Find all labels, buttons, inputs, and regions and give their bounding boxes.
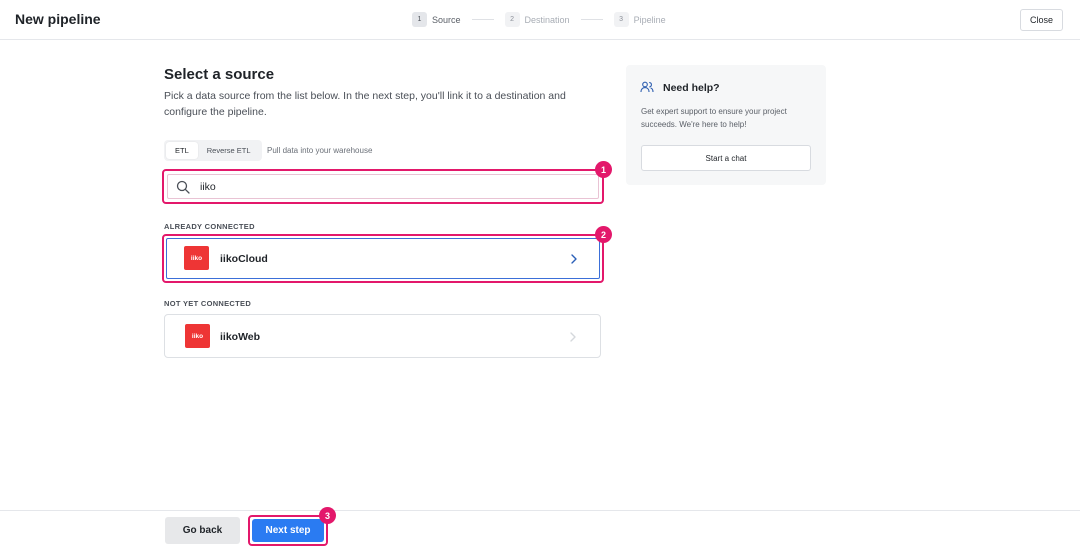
- step-label: Destination: [524, 14, 570, 25]
- footer-bar: [0, 510, 1080, 550]
- help-description: Get expert support to ensure your projec…: [641, 107, 787, 129]
- page-title: New pipeline: [15, 11, 101, 27]
- source-card-iikocloud[interactable]: iiko iikoCloud: [162, 234, 604, 283]
- already-connected-label: ALREADY CONNECTED: [164, 222, 255, 231]
- iiko-logo: iiko: [185, 324, 210, 348]
- annotation-badge-3: 3: [319, 507, 336, 524]
- iiko-logo: iiko: [184, 246, 209, 270]
- step-divider: [580, 19, 603, 20]
- people-icon: [640, 81, 654, 93]
- annotation-badge-2: 2: [595, 226, 612, 243]
- annotation-badge-1: 1: [595, 161, 612, 178]
- go-back-button[interactable]: Go back: [165, 517, 240, 544]
- next-step-button[interactable]: Next step: [252, 519, 324, 542]
- help-title: Need help?: [663, 82, 720, 94]
- step-pipeline[interactable]: 3 Pipeline: [613, 12, 666, 27]
- mode-etl-tab[interactable]: ETL: [166, 142, 198, 159]
- step-label: Source: [432, 14, 461, 25]
- section-description: Pick a data source from the list below. …: [164, 90, 566, 118]
- section-heading: Select a source: [164, 66, 275, 83]
- chevron-right-icon: [570, 332, 576, 342]
- search-field[interactable]: [162, 169, 604, 204]
- not-connected-label: NOT YET CONNECTED: [164, 299, 252, 308]
- stepper: 1 Source 2 Destination 3 Pipeline: [412, 12, 666, 27]
- source-name: iikoCloud: [220, 253, 268, 265]
- search-field-inner: [167, 174, 599, 199]
- step-destination[interactable]: 2 Destination: [504, 12, 570, 27]
- step-divider: [471, 19, 494, 20]
- next-step-highlight: Next step: [248, 515, 328, 546]
- step-number: 3: [613, 12, 629, 27]
- step-label: Pipeline: [633, 14, 666, 25]
- step-number: 1: [412, 12, 427, 27]
- mode-toggle: ETL Reverse ETL: [164, 140, 262, 161]
- mode-caption: Pull data into your warehouse: [267, 146, 373, 155]
- search-icon: [176, 180, 190, 194]
- chevron-right-icon: [571, 254, 577, 264]
- help-panel: Need help? Get expert support to ensure …: [626, 65, 826, 185]
- source-name: iikoWeb: [220, 331, 261, 343]
- mode-reverse-etl-tab[interactable]: Reverse ETL: [198, 142, 260, 159]
- search-input[interactable]: [200, 180, 560, 193]
- start-chat-button[interactable]: Start a chat: [641, 145, 811, 171]
- step-number: 2: [504, 12, 520, 27]
- top-bar: New pipeline 1 Source 2 Destination 3 Pi…: [0, 0, 1080, 40]
- source-card-iikoweb[interactable]: iiko iikoWeb: [164, 314, 601, 358]
- step-source[interactable]: 1 Source: [412, 12, 461, 27]
- close-button[interactable]: Close: [1020, 9, 1063, 31]
